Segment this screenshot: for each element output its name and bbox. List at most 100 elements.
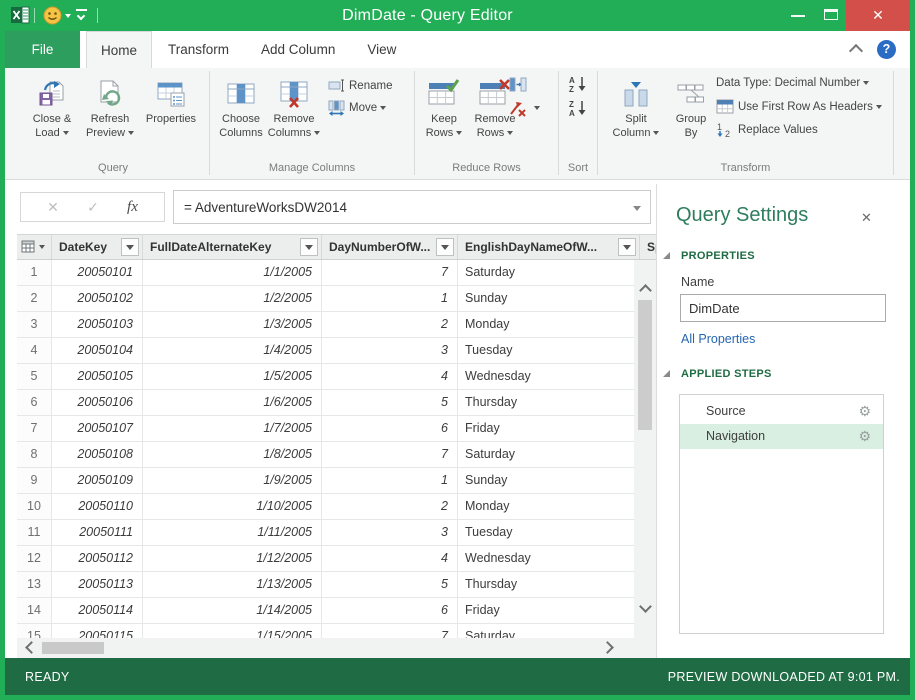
row-number[interactable]: 9 [17,468,52,494]
cell-datekey[interactable]: 20050115 [52,624,143,638]
minimize-button[interactable] [783,0,813,31]
cell-daynumberofweek[interactable]: 7 [322,260,458,286]
cell-fulldatealternatekey[interactable]: 1/11/2005 [143,520,322,546]
cell-fulldatealternatekey[interactable]: 1/4/2005 [143,338,322,364]
cell-daynumberofweek[interactable]: 7 [322,624,458,638]
gear-icon[interactable]: ⚙ [858,424,871,449]
cell-datekey[interactable]: 20050108 [52,442,143,468]
cell-datekey[interactable]: 20050107 [52,416,143,442]
split-column-button[interactable]: Split Column [604,74,668,140]
tab-file[interactable]: File [5,31,80,68]
cell-daynumberofweek[interactable]: 4 [322,546,458,572]
cell-englishdaynameofweek[interactable]: Monday [458,312,634,338]
cell-datekey[interactable]: 20050103 [52,312,143,338]
properties-button[interactable]: Properties [139,74,203,140]
column-header-fulldatealternatekey[interactable]: FullDateAlternateKey [143,235,322,259]
cell-fulldatealternatekey[interactable]: 1/2/2005 [143,286,322,312]
cell-daynumberofweek[interactable]: 3 [322,520,458,546]
cell-englishdaynameofweek[interactable]: Tuesday [458,520,634,546]
horizontal-scroll-thumb[interactable] [42,642,104,654]
cell-daynumberofweek[interactable]: 5 [322,572,458,598]
row-number[interactable]: 7 [17,416,52,442]
cell-fulldatealternatekey[interactable]: 1/7/2005 [143,416,322,442]
replace-values-button[interactable]: 1 2 Replace Values [716,121,818,138]
cell-daynumberofweek[interactable]: 7 [322,442,458,468]
cell-fulldatealternatekey[interactable]: 1/13/2005 [143,572,322,598]
column-header-spanish-clipped[interactable]: Sp [640,235,656,259]
cell-datekey[interactable]: 20050111 [52,520,143,546]
cell-fulldatealternatekey[interactable]: 1/14/2005 [143,598,322,624]
cell-englishdaynameofweek[interactable]: Saturday [458,260,634,286]
cell-englishdaynameofweek[interactable]: Saturday [458,624,634,638]
cell-fulldatealternatekey[interactable]: 1/3/2005 [143,312,322,338]
cell-englishdaynameofweek[interactable]: Wednesday [458,364,634,390]
cell-englishdaynameofweek[interactable]: Friday [458,416,634,442]
cell-englishdaynameofweek[interactable]: Sunday [458,468,634,494]
cell-fulldatealternatekey[interactable]: 1/9/2005 [143,468,322,494]
collapse-triangle-icon[interactable] [663,370,670,377]
remove-errors-button[interactable] [509,99,540,117]
cell-daynumberofweek[interactable]: 1 [322,468,458,494]
row-number[interactable]: 15 [17,624,52,638]
formula-fx-icon[interactable]: fx [127,199,138,216]
step-navigation[interactable]: Navigation ⚙ [680,424,883,449]
cell-datekey[interactable]: 20050109 [52,468,143,494]
cell-fulldatealternatekey[interactable]: 1/15/2005 [143,624,322,638]
cell-daynumberofweek[interactable]: 6 [322,598,458,624]
cell-datekey[interactable]: 20050112 [52,546,143,572]
formula-dropdown-icon[interactable] [633,206,641,211]
formula-accept-icon[interactable]: ✓ [87,199,99,216]
sort-ascending-button[interactable]: A Z [568,75,592,93]
maximize-button[interactable] [816,0,846,31]
cell-daynumberofweek[interactable]: 3 [322,338,458,364]
cell-englishdaynameofweek[interactable]: Wednesday [458,546,634,572]
close-and-load-button[interactable]: Close & Load [23,74,81,140]
rename-button[interactable]: Rename [328,77,392,94]
cell-fulldatealternatekey[interactable]: 1/12/2005 [143,546,322,572]
cell-datekey[interactable]: 20050101 [52,260,143,286]
column-header-englishdaynameofweek[interactable]: EnglishDayNameOfW... [458,235,640,259]
row-number[interactable]: 11 [17,520,52,546]
row-number[interactable]: 14 [17,598,52,624]
cell-fulldatealternatekey[interactable]: 1/6/2005 [143,390,322,416]
cell-daynumberofweek[interactable]: 2 [322,312,458,338]
cell-fulldatealternatekey[interactable]: 1/1/2005 [143,260,322,286]
filter-icon[interactable] [121,238,139,256]
tab-transform[interactable]: Transform [152,31,245,68]
cell-datekey[interactable]: 20050110 [52,494,143,520]
table-menu-button[interactable] [17,235,52,259]
vertical-scroll-thumb[interactable] [638,300,652,430]
sort-descending-button[interactable]: Z A [568,99,592,117]
horizontal-scrollbar[interactable] [17,638,656,658]
group-by-button[interactable]: Group By [668,74,714,140]
tab-view[interactable]: View [351,31,412,68]
column-header-daynumberofweek[interactable]: DayNumberOfW... [322,235,458,259]
row-number[interactable]: 8 [17,442,52,468]
move-button[interactable]: Move [328,99,386,116]
collapse-triangle-icon[interactable] [663,252,670,259]
all-properties-link[interactable]: All Properties [681,332,755,346]
query-name-input[interactable] [681,295,885,321]
choose-columns-button[interactable]: Choose Columns [216,74,266,140]
cell-fulldatealternatekey[interactable]: 1/8/2005 [143,442,322,468]
cell-datekey[interactable]: 20050114 [52,598,143,624]
cell-englishdaynameofweek[interactable]: Tuesday [458,338,634,364]
cell-datekey[interactable]: 20050105 [52,364,143,390]
step-source[interactable]: Source ⚙ [680,399,883,424]
cell-daynumberofweek[interactable]: 4 [322,364,458,390]
remove-columns-button[interactable]: Remove Columns [266,74,322,140]
cell-daynumberofweek[interactable]: 6 [322,416,458,442]
gear-icon[interactable]: ⚙ [858,399,871,424]
row-number[interactable]: 13 [17,572,52,598]
row-number[interactable]: 12 [17,546,52,572]
row-number[interactable]: 6 [17,390,52,416]
refresh-preview-button[interactable]: Refresh Preview [81,74,139,140]
row-number[interactable]: 5 [17,364,52,390]
cell-englishdaynameofweek[interactable]: Saturday [458,442,634,468]
cell-englishdaynameofweek[interactable]: Friday [458,598,634,624]
cell-englishdaynameofweek[interactable]: Sunday [458,286,634,312]
cell-englishdaynameofweek[interactable]: Monday [458,494,634,520]
filter-icon[interactable] [436,238,454,256]
row-number[interactable]: 10 [17,494,52,520]
cell-datekey[interactable]: 20050104 [52,338,143,364]
